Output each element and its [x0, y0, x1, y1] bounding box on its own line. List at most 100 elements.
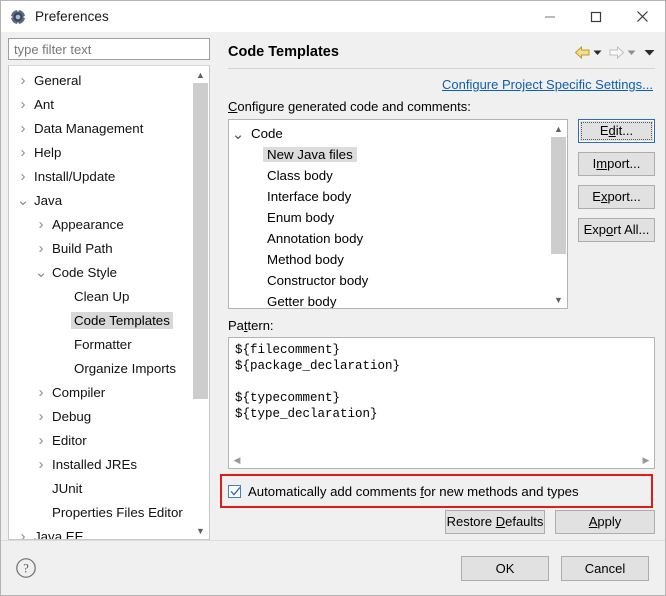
template-item-class-body[interactable]: Class body: [229, 165, 551, 186]
sidebar-item-organize-imports[interactable]: Organize Imports: [9, 356, 192, 380]
edit-button[interactable]: Edit...: [578, 119, 655, 143]
template-item-enum-body[interactable]: Enum body: [229, 207, 551, 228]
sidebar-item-code-style[interactable]: ⌄ Code Style: [9, 260, 192, 284]
auto-comments-label-rest: or new methods and types: [423, 483, 579, 499]
cancel-button[interactable]: Cancel: [561, 555, 649, 581]
configure-generated-code-label: Configure generated code and comments:: [228, 99, 471, 114]
sidebar-item-code-templates[interactable]: Code Templates: [9, 308, 192, 332]
preferences-dialog: Preferences ›General›Ant›Data Management…: [0, 0, 666, 596]
title-bar: Preferences: [1, 1, 665, 32]
ok-button[interactable]: OK: [461, 555, 549, 581]
sidebar-item-general[interactable]: › General: [9, 68, 192, 92]
project-settings-link-row: Configure Project Specific Settings...: [228, 69, 655, 98]
back-menu-chevron-down-icon[interactable]: [593, 48, 602, 57]
maximize-icon[interactable]: [573, 1, 619, 32]
chevron-down-icon[interactable]: ⌄: [229, 125, 247, 143]
pattern-horizontal-scrollbar[interactable]: ◀ ▶: [229, 452, 654, 468]
sidebar-item-debug[interactable]: › Debug: [9, 404, 192, 428]
filter-box[interactable]: [8, 38, 210, 60]
templates-scroll-thumb[interactable]: [551, 137, 566, 255]
sidebar-item-editor[interactable]: › Editor: [9, 428, 192, 452]
chevron-right-icon[interactable]: ›: [33, 385, 49, 400]
chevron-down-icon[interactable]: ⌄: [15, 193, 31, 208]
templates-scroll-track[interactable]: [550, 137, 567, 291]
chevron-right-icon[interactable]: ›: [33, 457, 49, 472]
back-arrow-icon[interactable]: [574, 45, 591, 60]
template-item-constructor-body[interactable]: Constructor body: [229, 270, 551, 291]
restore-defaults-button[interactable]: Restore Defaults: [445, 510, 545, 534]
chevron-down-icon[interactable]: ⌄: [33, 265, 49, 280]
chevron-right-icon[interactable]: ›: [15, 145, 31, 160]
chevron-right-icon[interactable]: ›: [33, 217, 49, 232]
forward-menu-chevron-down-icon[interactable]: [627, 48, 636, 57]
import-button[interactable]: Import...: [578, 152, 655, 176]
sidebar-item-installed-jres[interactable]: › Installed JREs: [9, 452, 192, 476]
chevron-right-icon[interactable]: ›: [33, 241, 49, 256]
sidebar-item-install-update[interactable]: › Install/Update: [9, 164, 192, 188]
chevron-right-icon[interactable]: ›: [33, 409, 49, 424]
export-button[interactable]: Export...: [578, 185, 655, 209]
chevron-right-icon[interactable]: ›: [15, 121, 31, 136]
templates-scroll-up-arrow-icon[interactable]: ▲: [550, 120, 567, 137]
sidebar-item-help[interactable]: › Help: [9, 140, 192, 164]
sidebar-item-java[interactable]: ⌄ Java: [9, 188, 192, 212]
pattern-scroll-right-arrow-icon[interactable]: ▶: [638, 455, 654, 466]
svg-text:?: ?: [23, 562, 29, 576]
template-item-annotation-body[interactable]: Annotation body: [229, 228, 551, 249]
template-item-label: Code: [251, 126, 283, 141]
sidebar-item-label: Code Templates: [71, 311, 173, 329]
close-icon[interactable]: [619, 1, 665, 32]
forward-arrow-icon[interactable]: [608, 45, 625, 60]
template-item-code[interactable]: ⌄ Code: [229, 123, 551, 144]
sidebar-item-compiler[interactable]: › Compiler: [9, 380, 192, 404]
pattern-scroll-left-arrow-icon[interactable]: ◀: [229, 455, 245, 466]
sidebar-item-appearance[interactable]: › Appearance: [9, 212, 192, 236]
help-question-icon[interactable]: ?: [15, 557, 37, 579]
sidebar-item-clean-up[interactable]: Clean Up: [9, 284, 192, 308]
auto-comments-checkbox[interactable]: [228, 484, 241, 498]
chevron-right-icon[interactable]: ›: [15, 169, 31, 184]
pattern-textarea[interactable]: ${filecomment} ${package_declaration} ${…: [228, 337, 655, 469]
templates-scroll-down-arrow-icon[interactable]: ▼: [550, 291, 567, 308]
sidebar-scroll-track[interactable]: [192, 83, 209, 522]
chevron-right-icon[interactable]: ›: [15, 73, 31, 88]
scroll-down-arrow-icon[interactable]: ▼: [192, 522, 209, 539]
sidebar-item-label: Compiler: [52, 384, 106, 400]
chevron-right-icon[interactable]: ›: [33, 433, 49, 448]
sidebar-item-label: Build Path: [52, 240, 113, 256]
template-item-interface-body[interactable]: Interface body: [229, 186, 551, 207]
chevron-right-icon[interactable]: ›: [15, 97, 31, 112]
filter-input[interactable]: [9, 41, 209, 57]
code-templates-tree: ⌄ Code New Java files Class body Interface b…: [228, 119, 568, 309]
templates-scrollbar[interactable]: ▲ ▼: [549, 120, 567, 308]
window-controls: [527, 1, 665, 32]
apply-button[interactable]: Apply: [555, 510, 655, 534]
sidebar-item-data-management[interactable]: › Data Management: [9, 116, 192, 140]
pattern-label-rest: tern:: [247, 318, 274, 333]
template-item-method-body[interactable]: Method body: [229, 249, 551, 270]
template-item-getter-body[interactable]: Getter body: [229, 291, 551, 308]
sidebar-item-junit[interactable]: JUnit: [9, 476, 192, 500]
sidebar-item-label: Data Management: [34, 120, 144, 136]
sidebar-item-formatter[interactable]: Formatter: [9, 332, 192, 356]
minimize-icon[interactable]: [527, 1, 573, 32]
template-item-label: Annotation body: [267, 231, 364, 246]
chevron-right-icon[interactable]: ›: [15, 529, 31, 540]
sidebar-item-build-path[interactable]: › Build Path: [9, 236, 192, 260]
side-button-label: port...: [607, 189, 641, 204]
configure-project-specific-settings-link[interactable]: Configure Project Specific Settings...: [442, 77, 653, 92]
export-all-button[interactable]: Export All...: [578, 218, 655, 242]
sidebar-item-label: Organize Imports: [74, 360, 176, 376]
more-chevron-down-icon[interactable]: [644, 48, 655, 57]
scroll-up-arrow-icon[interactable]: ▲: [192, 66, 209, 83]
template-item-label: Class body: [267, 168, 333, 183]
auto-comments-checkbox-row[interactable]: Automatically add comments for new metho…: [228, 478, 655, 504]
sidebar-scroll-thumb[interactable]: [193, 83, 208, 400]
sidebar-scrollbar[interactable]: ▲ ▼: [191, 66, 209, 539]
pattern-text-content[interactable]: ${filecomment} ${package_declaration} ${…: [229, 338, 654, 452]
sidebar-item-java-ee[interactable]: › Java EE: [9, 524, 192, 540]
template-item-new-java-files[interactable]: New Java files: [229, 144, 551, 165]
templates-button-column: Edit... Import... Export... Export All...: [578, 119, 655, 251]
sidebar-item-properties-files-editor[interactable]: Properties Files Editor: [9, 500, 192, 524]
sidebar-item-ant[interactable]: › Ant: [9, 92, 192, 116]
